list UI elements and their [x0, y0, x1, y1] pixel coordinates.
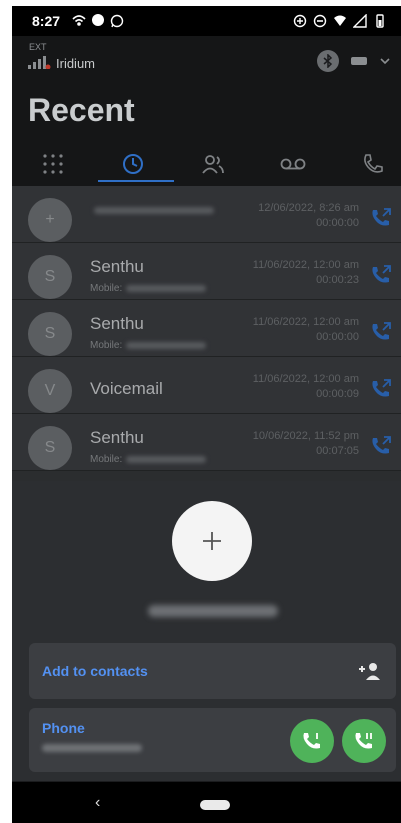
app-header: EXT Iridium Recent [12, 36, 401, 186]
phone-line-1-icon [303, 733, 320, 749]
system-nav-bar: ‹ [12, 782, 401, 823]
page-title: Recent [28, 92, 135, 128]
tab-voicemail[interactable] [258, 144, 328, 184]
keypad-icon [43, 154, 63, 174]
active-tab-indicator [98, 180, 174, 182]
phone-card: Phone [29, 708, 396, 772]
recent-calls-list: + 12/06/2022, 8:26 am 00:00:00 S Senthu … [12, 186, 401, 486]
chevron-down-icon[interactable] [379, 55, 391, 67]
data-saver-icon [293, 14, 307, 28]
account-name: Iridium [56, 56, 96, 71]
notification-dot-icon [92, 14, 104, 26]
header-actions [317, 50, 391, 72]
phone-screen: 8:27 EXT Iridium Recent + 12/06/2022, 8:… [12, 6, 401, 823]
scrim-overlay [12, 186, 401, 486]
back-icon[interactable]: ‹ [95, 794, 100, 812]
signal-bars-icon [28, 56, 51, 69]
avatar-add-button[interactable] [172, 501, 252, 581]
tab-recent[interactable] [98, 144, 168, 184]
whatsapp-icon [110, 14, 124, 28]
phone-line-2-icon [355, 733, 372, 749]
battery-icon [376, 14, 384, 28]
device-battery-icon [351, 57, 367, 65]
call-line-2-button[interactable] [342, 719, 386, 763]
tab-keypad[interactable] [18, 144, 88, 184]
redacted-phone-number [148, 605, 278, 617]
bluetooth-icon[interactable] [317, 50, 339, 72]
ext-label: EXT [29, 42, 47, 52]
do-not-disturb-icon [313, 14, 327, 28]
status-bar: 8:27 [12, 6, 401, 36]
plus-icon [203, 532, 221, 550]
call-line-1-button[interactable] [290, 719, 334, 763]
tab-calls[interactable] [338, 144, 401, 184]
clock-icon [123, 154, 143, 174]
add-person-icon[interactable] [358, 661, 382, 681]
redacted-phone-value [42, 744, 142, 752]
hotspot-icon [72, 15, 86, 26]
home-pill-icon[interactable] [200, 800, 230, 810]
contact-bottom-sheet: Add to contacts Phone [12, 481, 401, 781]
status-right-icons [293, 14, 387, 28]
voicemail-icon [280, 158, 306, 170]
wifi-icon [334, 15, 346, 26]
phone-label: Phone [42, 720, 85, 736]
tab-bar [12, 144, 401, 184]
status-left-icons [72, 14, 124, 28]
cell-signal-icon [353, 14, 367, 28]
add-to-contacts-card[interactable]: Add to contacts [29, 643, 396, 699]
phone-outline-icon [364, 154, 383, 173]
contacts-icon [202, 155, 224, 174]
add-to-contacts-label[interactable]: Add to contacts [42, 663, 148, 679]
status-time: 8:27 [32, 13, 61, 29]
tab-contacts[interactable] [178, 144, 248, 184]
